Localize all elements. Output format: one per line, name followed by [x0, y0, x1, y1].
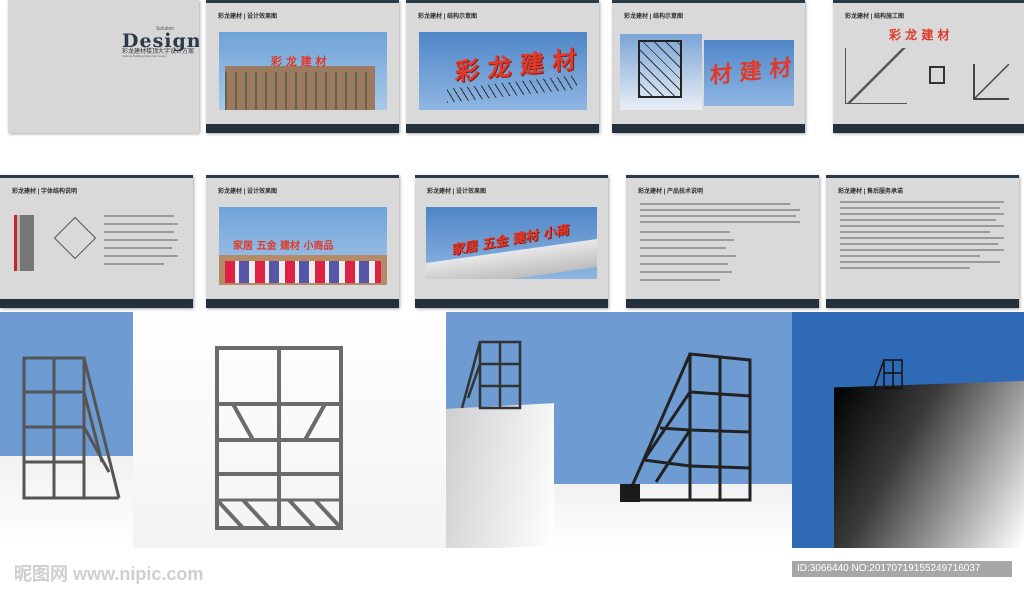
slide-title: 彩龙建材 | 结构示意图: [624, 14, 684, 20]
slide-tech-spec[interactable]: 彩龙建材 | 产品技术说明: [626, 175, 819, 308]
slide-render: 彩 龙 建 材: [419, 32, 587, 110]
drawing-left: [845, 48, 907, 104]
roof-wall: [446, 403, 554, 548]
slide-effect-1[interactable]: 彩龙建材 | 设计效果图 彩 龙 建 材: [206, 0, 399, 133]
watermark-id: ID:3066440 NO:20170719155249716037: [792, 561, 1012, 577]
truss-front-icon: [215, 346, 343, 530]
slide-photo: 彩 龙 建 材: [219, 32, 387, 110]
cover-subtitle-en: Cailong Building Materials Design: [122, 54, 167, 58]
slide-title: 彩龙建材 | 产品技术说明: [638, 189, 704, 195]
slide-topbar: [826, 175, 1019, 178]
font-diagram: [14, 215, 34, 271]
slide-topbar: [612, 0, 805, 3]
scaffold: [225, 72, 375, 110]
slide-bottombar: [406, 124, 599, 133]
slide-topbar: [206, 175, 399, 178]
render-5[interactable]: [792, 312, 1024, 548]
storefront: [225, 261, 381, 283]
truss-render-icon: [22, 356, 121, 500]
sign-text: 彩 龙 建 材: [271, 55, 327, 68]
truss-frame: [638, 40, 682, 98]
slide-title: 彩龙建材 | 字体结构说明: [12, 189, 78, 195]
slide-bottombar: [0, 299, 193, 308]
triangle-diagram: [53, 216, 97, 260]
drawing-right: [973, 64, 1009, 100]
sign-text: 彩 龙 建 材: [889, 28, 950, 42]
cover-slide[interactable]: Solution Design 彩龙建材楼顶大字设计方案 Cailong Bui…: [8, 0, 199, 133]
slide-title: 彩龙建材 | 设计效果图: [427, 189, 487, 195]
slide-bottombar: [415, 299, 608, 308]
slide-bottombar: [206, 299, 399, 308]
slide-title: 彩龙建材 | 设计效果图: [218, 14, 278, 20]
slide-title: 彩龙建材 | 结构示意图: [418, 14, 478, 20]
slide-bottombar: [833, 124, 1024, 133]
slide-topbar: [206, 0, 399, 3]
render-1[interactable]: [0, 312, 133, 548]
render-4[interactable]: [554, 312, 792, 548]
render-2[interactable]: [133, 312, 446, 548]
roof-block: [834, 380, 1024, 548]
slide-title: 彩龙建材 | 售后服务承诺: [838, 189, 904, 195]
sign-text: 材 建 材: [710, 55, 792, 90]
slide-bottombar: [826, 299, 1019, 308]
slide-topbar: [626, 175, 819, 178]
slide-effect-3[interactable]: 彩龙建材 | 设计效果图 家居 五金 建材 小商: [415, 175, 608, 308]
slide-bottombar: [206, 124, 399, 133]
sign-text: 家居 五金 建材 小商品: [233, 241, 334, 252]
slide-render-right: 材 建 材: [704, 40, 794, 106]
slide-render-left: [620, 34, 702, 110]
drawing-center: [929, 66, 945, 84]
truss-on-roof-icon: [460, 340, 522, 410]
slide-photo: 家居 五金 建材 小商品: [219, 207, 387, 285]
render-3[interactable]: [446, 312, 554, 548]
slide-topbar: [406, 0, 599, 3]
slide-font-structure[interactable]: 彩龙建材 | 字体结构说明: [0, 175, 193, 308]
slide-topbar: [0, 175, 193, 178]
slide-structure-1[interactable]: 彩龙建材 | 结构示意图 彩 龙 建 材: [406, 0, 599, 133]
slide-render: 家居 五金 建材 小商: [426, 207, 597, 279]
slide-topbar: [833, 0, 1024, 3]
truss-small-icon: [873, 359, 903, 389]
slide-after-sales[interactable]: 彩龙建材 | 售后服务承诺: [826, 175, 1019, 308]
slide-bottombar: [612, 124, 805, 133]
slide-bottombar: [626, 299, 819, 308]
truss-perspective-icon: [620, 352, 752, 502]
slide-effect-2[interactable]: 彩龙建材 | 设计效果图 家居 五金 建材 小商品: [206, 175, 399, 308]
slide-topbar: [415, 175, 608, 178]
slide-title: 彩龙建材 | 结构施工图: [845, 14, 905, 20]
slide-construction[interactable]: 彩龙建材 | 结构施工图 彩 龙 建 材: [833, 0, 1024, 133]
slide-structure-2[interactable]: 彩龙建材 | 结构示意图 材 建 材: [612, 0, 805, 133]
watermark-site: 昵图网 www.nipic.com: [14, 564, 204, 584]
slide-title: 彩龙建材 | 设计效果图: [218, 189, 278, 195]
